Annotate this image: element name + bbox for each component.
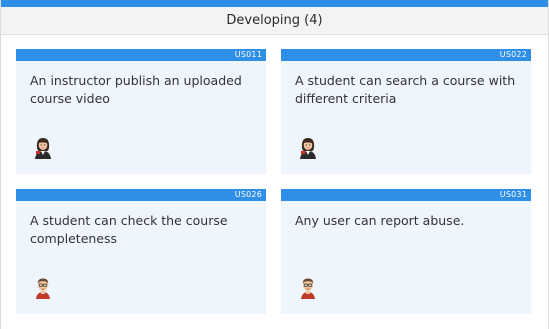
column-top-bar: [1, 0, 548, 7]
male-avatar-icon: [36, 278, 50, 299]
card-description: An instructor publish an uploaded course…: [30, 73, 242, 106]
story-card-us011[interactable]: US011 An instructor publish an uploaded …: [16, 49, 266, 174]
card-id: US031: [499, 190, 527, 199]
card-header-bar: US026: [16, 189, 266, 201]
card-id: US022: [499, 50, 527, 59]
card-id: US011: [234, 50, 262, 59]
male-avatar-icon: [301, 278, 315, 299]
kanban-column-developing: Developing (4) US011 An instructor publi…: [0, 0, 549, 329]
card-header-bar: US022: [281, 49, 531, 61]
card-description: A student can search a course with diffe…: [295, 73, 516, 106]
story-card-us026[interactable]: US026 A student can check the course com…: [16, 189, 266, 314]
card-description: A student can check the course completen…: [30, 213, 228, 246]
card-header-bar: US011: [16, 49, 266, 61]
card-description: Any user can report abuse.: [295, 213, 465, 228]
column-header[interactable]: Developing (4): [1, 7, 548, 35]
card-id: US026: [234, 190, 262, 199]
female-avatar-icon: [35, 138, 51, 159]
column-title: Developing (4): [226, 13, 323, 28]
female-avatar-icon: [300, 138, 316, 159]
story-card-us031[interactable]: US031 Any user can report abuse.: [281, 189, 531, 314]
card-header-bar: US031: [281, 189, 531, 201]
story-card-us022[interactable]: US022 A student can search a course with…: [281, 49, 531, 174]
